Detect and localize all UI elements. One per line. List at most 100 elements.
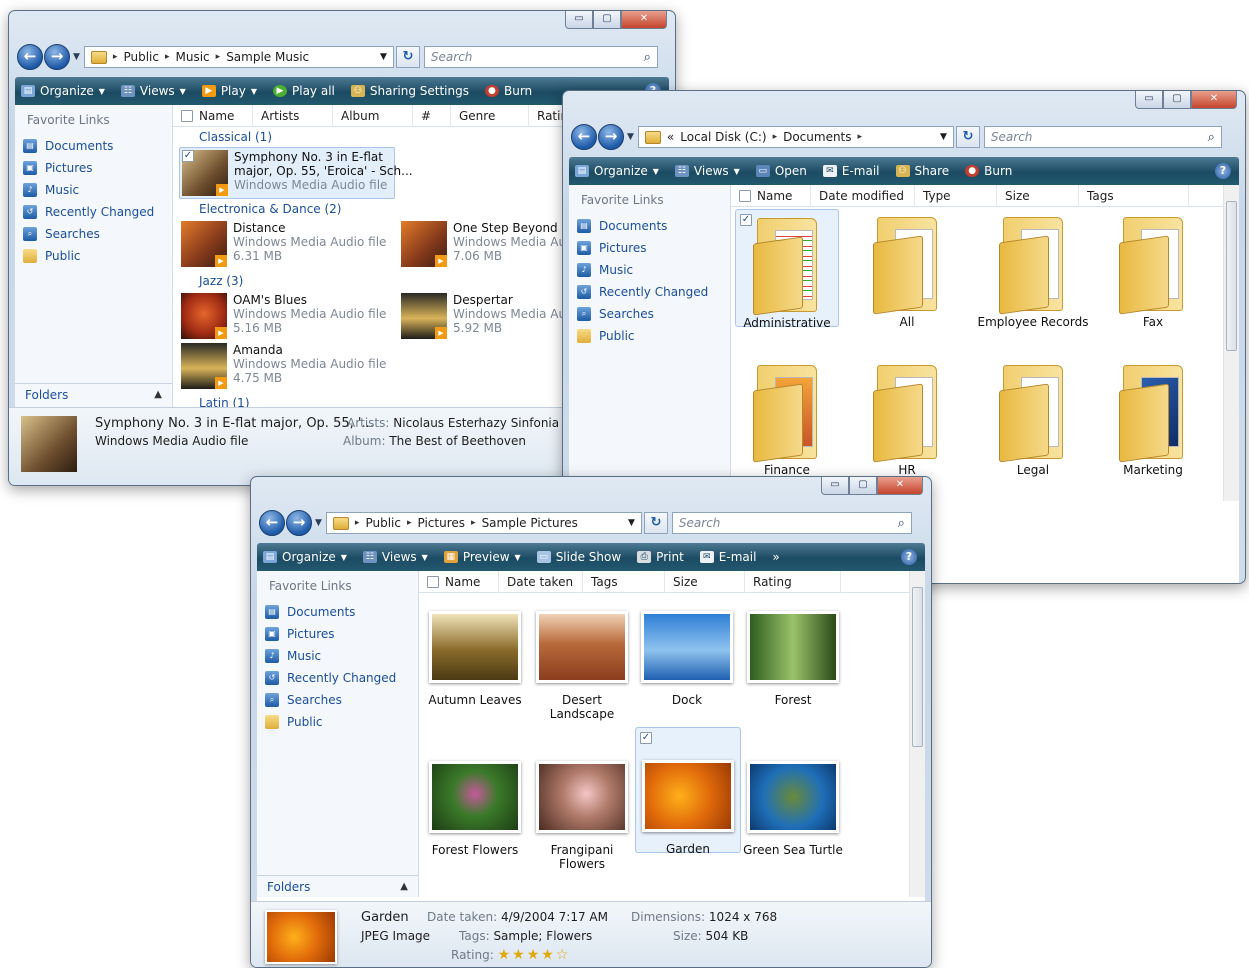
back-button[interactable]: ← — [259, 510, 285, 536]
search-input[interactable]: Search ⌕ — [983, 126, 1222, 148]
folder-item[interactable]: Legal — [975, 357, 1091, 477]
nav-recently-changed[interactable]: ↺ Recently Changed — [569, 281, 730, 303]
play-button[interactable]: ▶ Play ▼ — [201, 84, 257, 98]
breadcrumb-sample-pictures[interactable]: Sample Pictures — [482, 516, 578, 530]
group-header[interactable]: Classical (1) — [173, 127, 272, 147]
folder-item[interactable]: Employee Records — [975, 209, 1091, 329]
column-date-taken[interactable]: Date taken — [499, 571, 583, 593]
nav-searches[interactable]: ⌕ Searches — [15, 223, 172, 245]
forward-button[interactable]: → — [286, 510, 312, 536]
search-input[interactable]: Search ⌕ — [423, 46, 658, 68]
star-filled-icon[interactable]: ★ — [541, 947, 556, 963]
folders-toggle[interactable]: Folders ▲ — [257, 875, 418, 897]
list-item[interactable]: ▶ Amanda Windows Media Audio file 4.75 MB — [181, 343, 386, 389]
breadcrumb-sample-music[interactable]: Sample Music — [226, 50, 309, 64]
views-button[interactable]: ☷ Views ▼ — [674, 164, 740, 178]
views-button[interactable]: ☷ Views ▼ — [120, 84, 186, 98]
maximize-button[interactable]: ▢ — [849, 477, 877, 495]
sharing-settings-button[interactable]: ⚇ Sharing Settings — [350, 84, 469, 98]
search-input[interactable]: Search ⌕ — [671, 512, 912, 534]
nav-documents[interactable]: ▤ Documents — [257, 601, 418, 623]
print-button[interactable]: ⎙ Print — [637, 550, 684, 564]
star-filled-icon[interactable]: ★ — [498, 947, 513, 963]
column-tags[interactable]: Tags — [583, 571, 665, 593]
back-button[interactable]: ← — [571, 124, 597, 150]
breadcrumb-documents[interactable]: Documents — [783, 130, 851, 144]
recent-pages-icon[interactable]: ▼ — [315, 518, 322, 528]
column-genre[interactable]: Genre — [451, 105, 529, 127]
list-item[interactable]: ▶ One Step Beyond Windows Media Aud 7.06 M… — [401, 221, 574, 267]
refresh-button[interactable]: ↻ — [643, 512, 668, 534]
title-bar[interactable]: ▭ ▢ ✕ — [9, 11, 675, 41]
address-dropdown-icon[interactable]: ▼ — [628, 518, 635, 528]
nav-searches[interactable]: ⌕ Searches — [257, 689, 418, 711]
back-button[interactable]: ← — [17, 44, 43, 70]
breadcrumb-overflow[interactable]: « — [667, 130, 674, 144]
forward-button[interactable]: → — [598, 124, 624, 150]
nav-music[interactable]: ♪ Music — [569, 259, 730, 281]
nav-searches[interactable]: ⌕ Searches — [569, 303, 730, 325]
organize-button[interactable]: ▤ Organize ▼ — [21, 84, 105, 98]
address-dropdown-icon[interactable]: ▼ — [380, 52, 387, 62]
photo-item[interactable]: Frangipani Flowers — [529, 761, 635, 871]
address-dropdown-icon[interactable]: ▼ — [940, 132, 947, 142]
list-item[interactable]: ▶ Despertar Windows Media Aud 5.92 MB — [401, 293, 574, 339]
nav-recently-changed[interactable]: ↺ Recently Changed — [15, 201, 172, 223]
nav-public[interactable]: Public — [569, 325, 730, 347]
recent-pages-icon[interactable]: ▼ — [73, 52, 80, 62]
photo-item[interactable]: Autumn Leaves — [423, 611, 527, 707]
minimize-button[interactable]: ▭ — [565, 11, 593, 29]
burn-button[interactable]: ● Burn — [484, 84, 532, 98]
folder-item[interactable]: ✓ Administrative — [735, 209, 839, 330]
photo-item[interactable]: Green Sea Turtle — [741, 761, 845, 857]
burn-button[interactable]: ● Burn — [965, 164, 1012, 178]
open-button[interactable]: ▭ Open — [755, 164, 807, 178]
close-button[interactable]: ✕ — [1191, 91, 1237, 109]
nav-music[interactable]: ♪ Music — [15, 179, 172, 201]
photo-item[interactable]: ✓ Garden — [635, 727, 741, 856]
photo-item[interactable]: Desert Landscape — [529, 611, 635, 721]
address-bar[interactable]: « Local Disk (C:) ▸ Documents ▸ ▼ — [637, 126, 954, 148]
email-button[interactable]: ✉ E-mail — [699, 550, 756, 564]
minimize-button[interactable]: ▭ — [1135, 91, 1163, 109]
list-item[interactable]: ▶ OAM's Blues Windows Media Audio file 5.1… — [181, 293, 386, 339]
column-name[interactable]: Name — [419, 571, 499, 593]
share-button[interactable]: ⚇ Share — [895, 164, 949, 178]
column-size[interactable]: Size — [997, 185, 1079, 207]
forward-button[interactable]: → — [44, 44, 70, 70]
column-size[interactable]: Size — [665, 571, 745, 593]
column-name[interactable]: Name — [731, 185, 811, 207]
column-number[interactable]: # — [413, 105, 451, 127]
star-empty-icon[interactable]: ☆ — [556, 947, 571, 963]
breadcrumb-music[interactable]: Music — [176, 50, 210, 64]
title-bar[interactable]: ▭ ▢ ✕ — [251, 477, 931, 507]
photo-item[interactable]: Forest — [741, 611, 845, 707]
email-button[interactable]: ✉ E-mail — [822, 164, 880, 178]
refresh-button[interactable]: ↻ — [955, 126, 980, 148]
close-button[interactable]: ✕ — [621, 11, 667, 29]
organize-button[interactable]: ▤ Organize ▼ — [575, 164, 659, 178]
folder-item[interactable]: Fax — [1101, 209, 1205, 329]
close-button[interactable]: ✕ — [877, 477, 923, 495]
nav-public[interactable]: Public — [257, 711, 418, 733]
minimize-button[interactable]: ▭ — [821, 477, 849, 495]
group-header[interactable]: Electronica & Dance (2) — [173, 199, 341, 219]
nav-public[interactable]: Public — [15, 245, 172, 267]
list-item[interactable]: ▶ Distance Windows Media Audio file 6.31 M… — [181, 221, 386, 267]
nav-music[interactable]: ♪ Music — [257, 645, 418, 667]
column-artists[interactable]: Artists — [253, 105, 333, 127]
slide-show-button[interactable]: ▭ Slide Show — [536, 550, 621, 564]
vertical-scrollbar[interactable] — [1223, 185, 1239, 501]
nav-pictures[interactable]: ▣ Pictures — [15, 157, 172, 179]
address-bar[interactable]: ▸ Public ▸ Pictures ▸ Sample Pictures ▼ — [325, 512, 642, 534]
help-icon[interactable]: ? — [1215, 163, 1231, 179]
recent-pages-icon[interactable]: ▼ — [627, 132, 634, 142]
folder-item[interactable]: HR — [855, 357, 959, 477]
folders-toggle[interactable]: Folders ▲ — [15, 383, 172, 405]
preview-button[interactable]: ▦ Preview ▼ — [443, 550, 521, 564]
column-rating[interactable]: Rating — [745, 571, 841, 593]
column-date-modified[interactable]: Date modified — [811, 185, 915, 207]
column-album[interactable]: Album — [333, 105, 413, 127]
views-button[interactable]: ☷ Views ▼ — [362, 550, 428, 564]
rating-stars[interactable]: ★★★★☆ — [498, 947, 571, 963]
